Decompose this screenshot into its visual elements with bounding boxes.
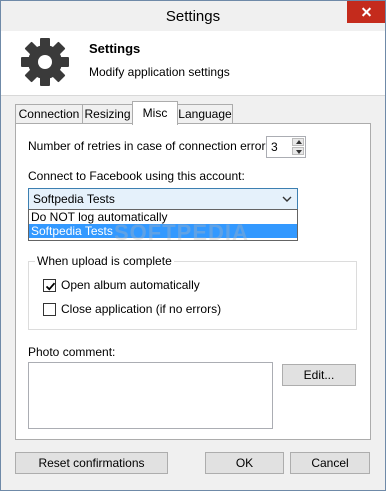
- close-button[interactable]: [347, 1, 385, 23]
- chevron-down-icon[interactable]: [281, 192, 293, 206]
- retries-spinner[interactable]: 3: [266, 136, 306, 158]
- settings-window: Settings Settings Modify application set…: [0, 0, 386, 491]
- close-app-label[interactable]: Close application (if no errors): [61, 302, 221, 316]
- misc-panel: Number of retries in case of connection …: [15, 123, 371, 440]
- retries-label: Number of retries in case of connection …: [28, 139, 269, 153]
- edit-button[interactable]: Edit...: [282, 364, 356, 386]
- retries-value[interactable]: 3: [271, 140, 278, 154]
- header-subtitle: Modify application settings: [89, 65, 230, 79]
- account-select[interactable]: Softpedia Tests: [28, 188, 298, 210]
- reset-confirmations-button[interactable]: Reset confirmations: [15, 452, 168, 474]
- open-album-checkbox[interactable]: [43, 279, 56, 292]
- gear-icon: [19, 36, 71, 88]
- upload-complete-group: When upload is complete Open album autom…: [28, 254, 357, 330]
- photo-comment-input[interactable]: [28, 362, 273, 429]
- tab-connection[interactable]: Connection: [15, 104, 83, 124]
- photo-comment-label: Photo comment:: [28, 345, 116, 359]
- spinner-down-icon[interactable]: [292, 147, 304, 155]
- title-bar[interactable]: Settings: [1, 1, 385, 31]
- group-legend: When upload is complete: [35, 254, 174, 268]
- close-app-checkbox[interactable]: [43, 303, 56, 316]
- window-title: Settings: [165, 8, 221, 25]
- account-label: Connect to Facebook using this account:: [28, 169, 245, 183]
- cancel-button[interactable]: Cancel: [290, 452, 370, 474]
- tab-resizing[interactable]: Resizing: [82, 104, 133, 124]
- ok-button[interactable]: OK: [205, 452, 284, 474]
- header-banner: Settings Modify application settings: [1, 31, 385, 96]
- tab-misc[interactable]: Misc: [132, 101, 178, 125]
- header-title: Settings: [89, 41, 141, 56]
- spinner-up-icon[interactable]: [292, 138, 304, 146]
- open-album-label[interactable]: Open album automatically: [61, 278, 200, 292]
- account-selected-value: Softpedia Tests: [33, 192, 115, 206]
- checkmark-icon: [45, 282, 56, 291]
- tab-language[interactable]: Language: [177, 104, 233, 124]
- watermark: SOFTPEDIA: [114, 220, 249, 245]
